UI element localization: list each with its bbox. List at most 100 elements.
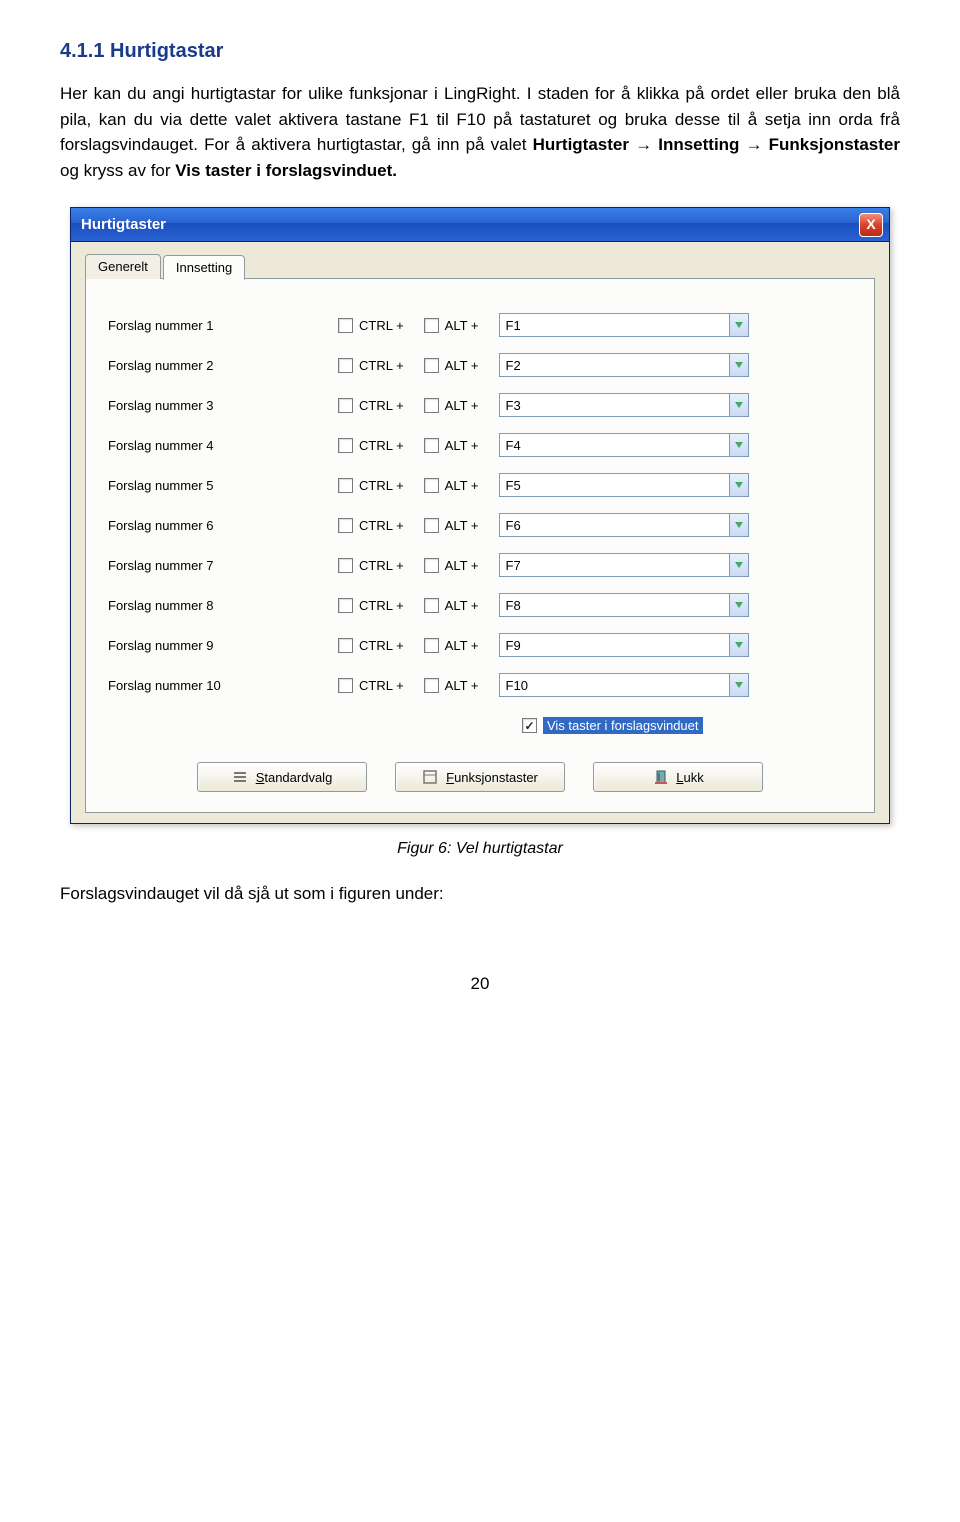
btn-label: Funksjonstaster	[446, 770, 538, 785]
hotkey-row: Forslag nummer 10CTRL +ALT +F10	[108, 665, 852, 705]
alt-group: ALT +	[424, 638, 479, 653]
chevron-down-icon[interactable]	[729, 353, 749, 377]
key-combobox[interactable]: F6	[499, 513, 749, 537]
ctrl-checkbox[interactable]	[338, 318, 353, 333]
tab-generelt[interactable]: Generelt	[85, 254, 161, 279]
alt-checkbox[interactable]	[424, 518, 439, 533]
hotkey-row: Forslag nummer 4CTRL +ALT +F4	[108, 425, 852, 465]
ctrl-checkbox[interactable]	[338, 438, 353, 453]
alt-group: ALT +	[424, 518, 479, 533]
arrow-icon: →	[746, 135, 769, 154]
ctrl-label: CTRL +	[359, 318, 404, 333]
tab-strip: Generelt Innsetting	[85, 254, 875, 279]
menu-path-c: Funksjonstaster	[769, 135, 900, 154]
chevron-down-icon[interactable]	[729, 433, 749, 457]
btn-label: Standardvalg	[256, 770, 333, 785]
ctrl-checkbox[interactable]	[338, 518, 353, 533]
alt-checkbox[interactable]	[424, 558, 439, 573]
key-combobox[interactable]: F8	[499, 593, 749, 617]
chevron-down-icon[interactable]	[729, 473, 749, 497]
ctrl-label: CTRL +	[359, 518, 404, 533]
ctrl-checkbox[interactable]	[338, 478, 353, 493]
key-combobox[interactable]: F5	[499, 473, 749, 497]
ctrl-label: CTRL +	[359, 438, 404, 453]
key-value: F8	[499, 593, 729, 617]
key-value: F2	[499, 353, 729, 377]
vis-taster-checkbox[interactable]	[522, 718, 537, 733]
alt-group: ALT +	[424, 398, 479, 413]
ctrl-checkbox[interactable]	[338, 558, 353, 573]
alt-group: ALT +	[424, 678, 479, 693]
ctrl-label: CTRL +	[359, 398, 404, 413]
after-text: Forslagsvindauget vil då sjå ut som i fi…	[60, 884, 900, 904]
alt-label: ALT +	[445, 398, 479, 413]
ctrl-label: CTRL +	[359, 678, 404, 693]
dialog-button-row: Standardvalg Funksjonstaster	[108, 762, 852, 792]
ctrl-label: CTRL +	[359, 358, 404, 373]
alt-checkbox[interactable]	[424, 598, 439, 613]
alt-checkbox[interactable]	[424, 678, 439, 693]
figure-caption: Figur 6: Vel hurtigtastar	[60, 840, 900, 858]
key-value: F3	[499, 393, 729, 417]
alt-checkbox[interactable]	[424, 358, 439, 373]
alt-checkbox[interactable]	[424, 478, 439, 493]
chevron-down-icon[interactable]	[729, 513, 749, 537]
chevron-down-icon[interactable]	[729, 553, 749, 577]
ctrl-label: CTRL +	[359, 598, 404, 613]
alt-checkbox[interactable]	[424, 638, 439, 653]
ctrl-checkbox[interactable]	[338, 598, 353, 613]
ctrl-checkbox[interactable]	[338, 398, 353, 413]
ctrl-label: CTRL +	[359, 478, 404, 493]
alt-label: ALT +	[445, 558, 479, 573]
ctrl-group: CTRL +	[338, 318, 404, 333]
key-value: F5	[499, 473, 729, 497]
hotkey-row: Forslag nummer 9CTRL +ALT +F9	[108, 625, 852, 665]
funksjon-icon	[422, 769, 438, 785]
key-combobox[interactable]: F4	[499, 433, 749, 457]
key-combobox[interactable]: F9	[499, 633, 749, 657]
hotkey-row: Forslag nummer 6 CTRL + ALT + F6	[108, 505, 852, 545]
key-value: F1	[499, 313, 729, 337]
para-vis-option: Vis taster i forslagsvinduet.	[175, 161, 397, 180]
tab-innsetting[interactable]: Innsetting	[163, 255, 245, 280]
key-combobox[interactable]: F10	[499, 673, 749, 697]
chevron-down-icon[interactable]	[729, 633, 749, 657]
chevron-down-icon[interactable]	[729, 313, 749, 337]
ctrl-checkbox[interactable]	[338, 638, 353, 653]
para-text-2: og kryss av for	[60, 161, 175, 180]
alt-group: ALT +	[424, 318, 479, 333]
dialog-body: Generelt Innsetting Forslag nummer 1CTRL…	[71, 242, 889, 823]
key-combobox[interactable]: F2	[499, 353, 749, 377]
chevron-down-icon[interactable]	[729, 393, 749, 417]
intro-paragraph: Her kan du angi hurtigtastar for ulike f…	[60, 81, 900, 183]
ctrl-group: CTRL +	[338, 518, 404, 533]
close-button[interactable]: X	[859, 213, 883, 237]
ctrl-group: CTRL +	[338, 598, 404, 613]
tab-panel-innsetting: Forslag nummer 1CTRL +ALT +F1Forslag num…	[85, 278, 875, 813]
alt-label: ALT +	[445, 478, 479, 493]
alt-checkbox[interactable]	[424, 398, 439, 413]
ctrl-checkbox[interactable]	[338, 678, 353, 693]
row-label: Forslag nummer 4	[108, 438, 338, 453]
lukk-button[interactable]: Lukk	[593, 762, 763, 792]
menu-path-a: Hurtigtaster	[533, 135, 629, 154]
alt-group: ALT +	[424, 358, 479, 373]
alt-label: ALT +	[445, 678, 479, 693]
funksjonstaster-button[interactable]: Funksjonstaster	[395, 762, 565, 792]
ctrl-group: CTRL +	[338, 438, 404, 453]
chevron-down-icon[interactable]	[729, 673, 749, 697]
row-label: Forslag nummer 2	[108, 358, 338, 373]
alt-label: ALT +	[445, 598, 479, 613]
ctrl-checkbox[interactable]	[338, 358, 353, 373]
key-combobox[interactable]: F3	[499, 393, 749, 417]
alt-checkbox[interactable]	[424, 318, 439, 333]
ctrl-label: CTRL +	[359, 558, 404, 573]
standardvalg-button[interactable]: Standardvalg	[197, 762, 367, 792]
alt-checkbox[interactable]	[424, 438, 439, 453]
chevron-down-icon[interactable]	[729, 593, 749, 617]
alt-label: ALT +	[445, 358, 479, 373]
row-label: Forslag nummer 6	[108, 518, 338, 533]
key-combobox[interactable]: F7	[499, 553, 749, 577]
key-combobox[interactable]: F1	[499, 313, 749, 337]
hurtigtaster-dialog: Hurtigtaster X Generelt Innsetting Forsl…	[70, 207, 890, 824]
